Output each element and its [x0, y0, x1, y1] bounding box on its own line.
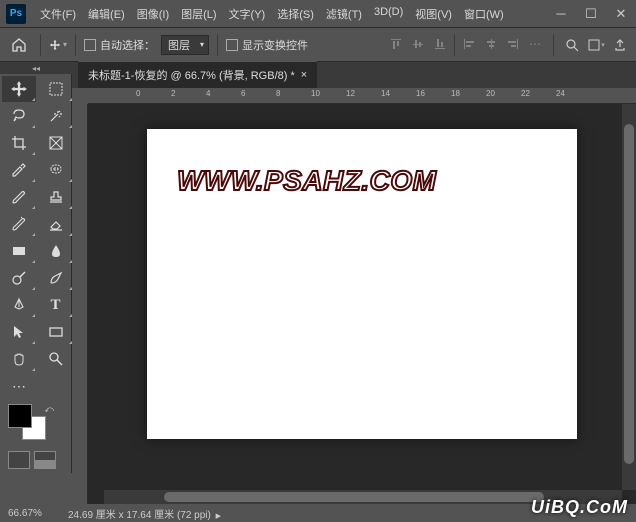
mode-buttons	[2, 449, 74, 471]
minimize-button[interactable]: ─	[546, 0, 576, 28]
scrollbar-thumb[interactable]	[164, 492, 544, 502]
menu-window[interactable]: 窗口(W)	[458, 2, 510, 26]
scrollbar-thumb[interactable]	[624, 124, 634, 464]
align-left-button[interactable]	[459, 34, 479, 54]
options-bar: ▾ 自动选择： 图层 显示变换控件 ⋯ ▾	[0, 28, 636, 62]
document-dimensions: 24.69 厘米 x 17.64 厘米 (72 ppi) ▶	[68, 506, 221, 521]
divider	[217, 34, 218, 56]
right-icon-group: ▾	[562, 35, 630, 55]
align-bottom-button[interactable]	[430, 34, 450, 54]
menu-view[interactable]: 视图(V)	[409, 2, 458, 26]
eraser-tool[interactable]	[39, 211, 73, 237]
menu-file[interactable]: 文件(F)	[34, 2, 82, 26]
align-hcenter-button[interactable]	[481, 34, 501, 54]
shape-tool[interactable]	[39, 319, 73, 345]
hand-tool[interactable]	[2, 346, 36, 372]
arrange-button[interactable]: ▾	[586, 35, 606, 55]
menu-image[interactable]: 图像(I)	[131, 2, 175, 26]
tab-title: 未标题-1-恢复的 @ 66.7% (背景, RGB/8) *	[88, 67, 295, 83]
blur-tool[interactable]	[39, 238, 73, 264]
target-dropdown[interactable]: 图层	[161, 35, 209, 55]
align-vcenter-button[interactable]	[408, 34, 428, 54]
divider	[40, 34, 41, 56]
share-button[interactable]	[610, 35, 630, 55]
home-button[interactable]	[6, 32, 32, 58]
tab-close-button[interactable]: ×	[301, 69, 307, 81]
wand-tool[interactable]	[39, 103, 73, 129]
ruler-corner	[72, 88, 88, 104]
ps-logo: Ps	[6, 4, 26, 24]
lasso-tool[interactable]	[2, 103, 36, 129]
align-top-button[interactable]	[386, 34, 406, 54]
share-icon	[613, 38, 627, 52]
document-tab-bar: 未标题-1-恢复的 @ 66.7% (背景, RGB/8) * ×	[72, 62, 636, 88]
main-area: ◂◂ T ⋯ ⤺	[0, 62, 636, 504]
close-button[interactable]: ✕	[606, 0, 636, 28]
checkbox-icon	[84, 39, 96, 51]
menu-type[interactable]: 文字(Y)	[223, 2, 272, 26]
menu-bar: 文件(F) 编辑(E) 图像(I) 图层(L) 文字(Y) 选择(S) 滤镜(T…	[34, 2, 510, 26]
auto-select-checkbox[interactable]: 自动选择：	[84, 37, 155, 53]
quickmask-mode-button[interactable]	[34, 451, 56, 469]
eyedropper-tool[interactable]	[2, 157, 36, 183]
brush-tool[interactable]	[2, 184, 36, 210]
arrange-icon	[587, 38, 601, 52]
stamp-tool[interactable]	[39, 184, 73, 210]
swap-colors-icon[interactable]: ⤺	[44, 404, 54, 415]
pen-tool[interactable]	[2, 292, 36, 318]
align-more-button[interactable]: ⋯	[525, 34, 545, 54]
move-tool[interactable]	[2, 76, 36, 102]
divider	[454, 34, 455, 56]
standard-mode-button[interactable]	[8, 451, 30, 469]
menu-3d[interactable]: 3D(D)	[368, 2, 409, 26]
maximize-button[interactable]: ☐	[576, 0, 606, 28]
align-right-button[interactable]	[503, 34, 523, 54]
smudge-tool[interactable]	[39, 265, 73, 291]
checkbox-icon	[226, 39, 238, 51]
workspace: 未标题-1-恢复的 @ 66.7% (背景, RGB/8) * × 0 2 4 …	[72, 62, 636, 504]
canvas[interactable]: WWW.PSAHZ.COM	[147, 129, 577, 439]
dodge-tool[interactable]	[2, 265, 36, 291]
divider	[75, 34, 76, 56]
tools-panel: T ⋯ ⤺	[0, 74, 72, 473]
window-controls: ─ ☐ ✕	[546, 0, 636, 28]
search-icon	[565, 38, 579, 52]
menu-layer[interactable]: 图层(L)	[175, 2, 222, 26]
divider	[553, 34, 554, 56]
vertical-ruler	[72, 88, 88, 504]
menu-filter[interactable]: 滤镜(T)	[320, 2, 368, 26]
history-brush-tool[interactable]	[2, 211, 36, 237]
titlebar: Ps 文件(F) 编辑(E) 图像(I) 图层(L) 文字(Y) 选择(S) 滤…	[0, 0, 636, 28]
frame-tool[interactable]	[39, 130, 73, 156]
search-button[interactable]	[562, 35, 582, 55]
move-tool-icon: ▾	[49, 36, 67, 54]
marquee-tool[interactable]	[39, 76, 73, 102]
tools-wrap: ◂◂ T ⋯ ⤺	[0, 62, 72, 504]
home-icon	[11, 37, 27, 53]
zoom-tool[interactable]	[39, 346, 73, 372]
align-buttons: ⋯	[386, 34, 545, 56]
canvas-watermark-text: WWW.PSAHZ.COM	[177, 165, 436, 197]
chevron-right-icon[interactable]: ▶	[216, 513, 221, 520]
gradient-tool[interactable]	[2, 238, 36, 264]
menu-select[interactable]: 选择(S)	[271, 2, 320, 26]
zoom-value[interactable]: 66.67%	[8, 508, 58, 519]
page-watermark: UiBQ.CoM	[531, 497, 628, 518]
path-select-tool[interactable]	[2, 319, 36, 345]
type-tool[interactable]: T	[39, 292, 73, 318]
more-tools[interactable]: ⋯	[2, 373, 36, 399]
tools-collapse-toggle[interactable]: ◂◂	[0, 62, 72, 74]
patch-tool[interactable]	[39, 157, 73, 183]
show-transform-checkbox[interactable]: 显示变换控件	[226, 37, 308, 53]
menu-edit[interactable]: 编辑(E)	[82, 2, 131, 26]
vertical-scrollbar[interactable]	[622, 104, 636, 490]
foreground-swatch[interactable]	[8, 404, 32, 428]
crop-tool[interactable]	[2, 130, 36, 156]
color-swatches[interactable]: ⤺	[4, 404, 72, 444]
horizontal-ruler: 0 2 4 6 8 10 12 14 16 18 20 22 24	[88, 88, 636, 104]
canvas-viewport[interactable]: WWW.PSAHZ.COM	[88, 104, 636, 504]
document-tab[interactable]: 未标题-1-恢复的 @ 66.7% (背景, RGB/8) * ×	[78, 61, 317, 88]
